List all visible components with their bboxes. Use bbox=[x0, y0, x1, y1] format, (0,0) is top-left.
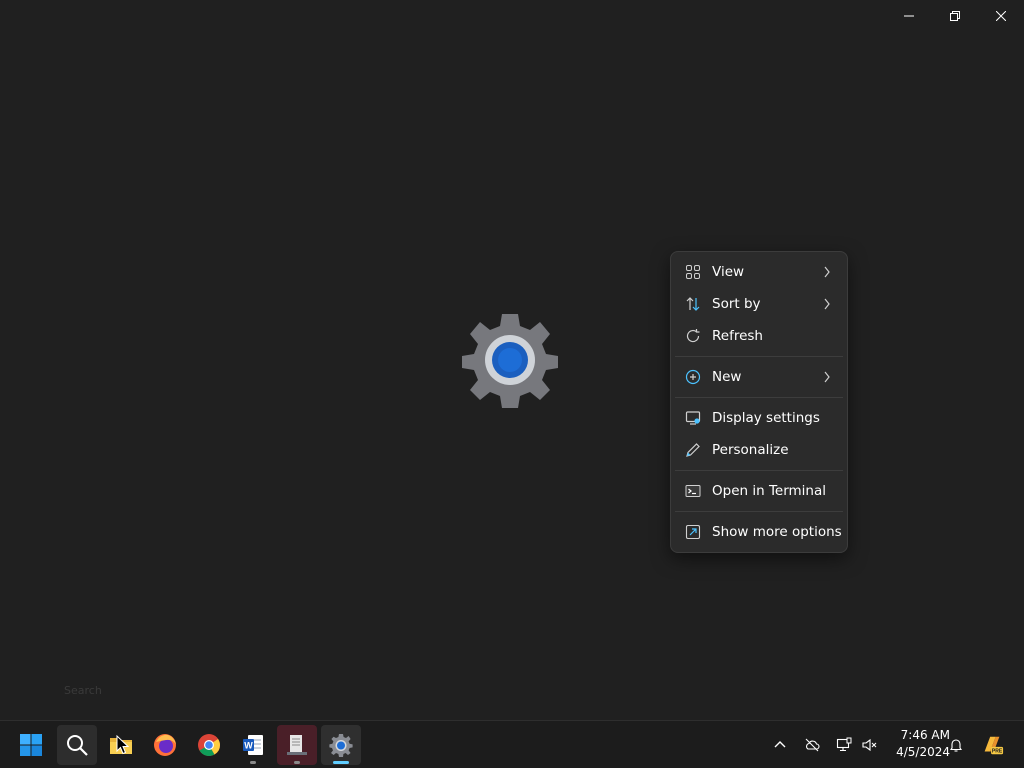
plus-circle-icon bbox=[685, 369, 701, 385]
cloud-offline-icon bbox=[805, 738, 820, 752]
network-ethernet-icon bbox=[836, 737, 852, 752]
menu-item-label: Refresh bbox=[712, 328, 763, 344]
running-indicator bbox=[294, 761, 300, 764]
menu-item-label: Open in Terminal bbox=[712, 483, 826, 499]
pen-icon bbox=[685, 442, 701, 458]
start-button[interactable] bbox=[11, 725, 51, 765]
running-indicator bbox=[250, 761, 256, 764]
volume-button[interactable] bbox=[859, 721, 879, 768]
document-app-icon bbox=[287, 735, 307, 755]
close-button[interactable] bbox=[978, 0, 1024, 32]
settings-button[interactable] bbox=[321, 725, 361, 765]
window-caption-buttons bbox=[886, 0, 1024, 32]
menu-item-label: Display settings bbox=[712, 410, 820, 426]
menu-item-open-in-terminal[interactable]: Open in Terminal bbox=[671, 475, 847, 507]
firefox-button[interactable] bbox=[145, 725, 185, 765]
menu-item-display-settings[interactable]: Display settings bbox=[671, 402, 847, 434]
mouse-cursor-icon bbox=[116, 735, 130, 755]
bell-icon bbox=[949, 739, 963, 752]
svg-text:PRE: PRE bbox=[992, 749, 1003, 755]
terminal-icon bbox=[685, 483, 701, 499]
windows-logo-icon bbox=[20, 734, 42, 756]
network-button[interactable] bbox=[834, 721, 854, 768]
clock-date: 4/5/2024 bbox=[896, 745, 950, 759]
menu-item-label: Show more options bbox=[712, 524, 842, 540]
chevron-right-icon bbox=[824, 371, 830, 383]
menu-item-new[interactable]: New bbox=[671, 361, 847, 393]
menu-item-sort-by[interactable]: Sort by bbox=[671, 288, 847, 320]
chrome-icon bbox=[198, 734, 220, 756]
menu-item-label: Sort by bbox=[712, 296, 761, 312]
menu-separator bbox=[675, 511, 843, 512]
firefox-icon bbox=[154, 734, 176, 756]
restore-button[interactable] bbox=[932, 0, 978, 32]
word-button[interactable]: W bbox=[233, 725, 273, 765]
svg-text:W: W bbox=[244, 741, 253, 751]
chevron-right-icon bbox=[824, 298, 830, 310]
menu-item-view[interactable]: View bbox=[671, 256, 847, 288]
copilot-preview-button[interactable]: PRE bbox=[978, 721, 1006, 768]
menu-item-label: New bbox=[712, 369, 742, 385]
close-icon bbox=[996, 11, 1006, 21]
search-hint-text: Search bbox=[64, 684, 102, 697]
menu-item-show-more-options[interactable]: Show more options bbox=[671, 516, 847, 548]
taskbar-clock[interactable]: 7:46 AM 4/5/2024 bbox=[884, 727, 950, 761]
copilot-preview-icon: PRE bbox=[984, 736, 1004, 755]
word-document-icon: W bbox=[243, 735, 263, 755]
settings-gear-icon bbox=[329, 734, 353, 757]
onedrive-button[interactable] bbox=[802, 721, 822, 768]
sort-icon bbox=[685, 296, 701, 312]
notifications-button[interactable] bbox=[946, 721, 966, 768]
desktop[interactable]: Search View Sort by Refresh New Display … bbox=[0, 0, 1024, 768]
active-indicator bbox=[333, 761, 349, 764]
menu-item-personalize[interactable]: Personalize bbox=[671, 434, 847, 466]
speaker-muted-icon bbox=[862, 738, 877, 752]
show-hidden-icons-button[interactable] bbox=[770, 721, 790, 768]
menu-item-label: Personalize bbox=[712, 442, 789, 458]
menu-separator bbox=[675, 356, 843, 357]
display-settings-icon bbox=[685, 410, 701, 426]
taskbar: W 7:46 AM 4/5/2024 PRE bbox=[0, 720, 1024, 768]
clock-time: 7:46 AM bbox=[900, 728, 950, 742]
refresh-icon bbox=[685, 328, 701, 344]
minimize-button[interactable] bbox=[886, 0, 932, 32]
menu-separator bbox=[675, 470, 843, 471]
menu-separator bbox=[675, 397, 843, 398]
chrome-button[interactable] bbox=[189, 725, 229, 765]
more-options-icon bbox=[685, 524, 701, 540]
menu-item-refresh[interactable]: Refresh bbox=[671, 320, 847, 352]
document-app-button[interactable] bbox=[277, 725, 317, 765]
restore-icon bbox=[950, 11, 960, 21]
settings-gear-splash-icon bbox=[462, 314, 558, 408]
search-icon bbox=[67, 735, 88, 756]
grid-view-icon bbox=[685, 264, 701, 280]
minimize-icon bbox=[904, 15, 914, 17]
menu-item-label: View bbox=[712, 264, 745, 280]
chevron-up-icon bbox=[774, 741, 786, 748]
chevron-right-icon bbox=[824, 266, 830, 278]
search-button[interactable] bbox=[57, 725, 97, 765]
desktop-context-menu: View Sort by Refresh New Display setting… bbox=[670, 251, 848, 553]
